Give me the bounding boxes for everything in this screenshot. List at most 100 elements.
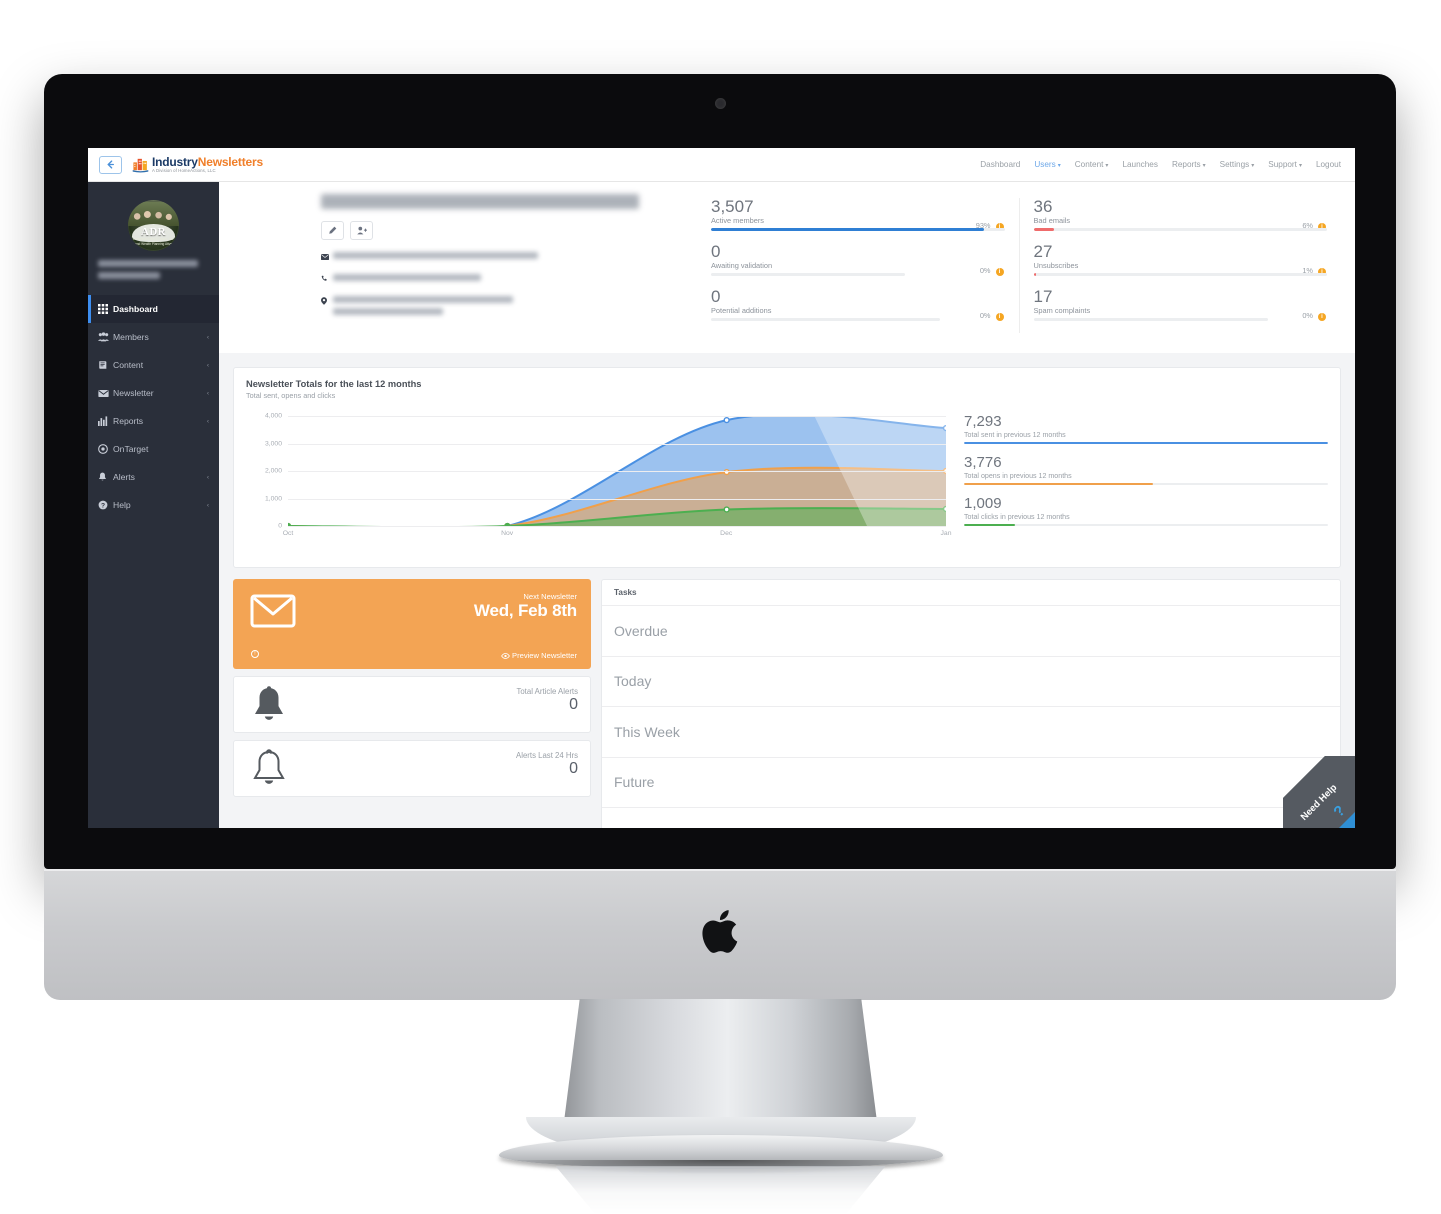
stat-percent: 0% (979, 265, 991, 275)
chevron-left-icon: ‹ (206, 389, 209, 397)
stat-label: Spam complaints (1033, 306, 1091, 316)
stat-bad-emails: 36 Bad emails 6% i (1033, 197, 1327, 231)
newsletter-totals-chart-card: Newsletter Totals for the last 12 months… (233, 367, 1341, 568)
contact-email-value (333, 252, 538, 259)
x-axis-tick: Dec (720, 530, 733, 537)
topnav-content[interactable]: Content ▾ (1075, 160, 1109, 169)
main-content: 3,507 Active members 93% i 0 Awaiting va… (219, 182, 1355, 828)
chart-legend: 7,293 Total sent in previous 12 months 3… (964, 413, 1328, 537)
topnav-reports[interactable]: Reports ▾ (1172, 160, 1206, 169)
gridline: 0 (278, 523, 946, 530)
sidebar-item-content[interactable]: Content ‹ (88, 351, 219, 379)
topnav-launches[interactable]: Launches (1122, 160, 1158, 169)
book-icon (98, 360, 113, 370)
sidebar-item-reports[interactable]: Reports ‹ (88, 407, 219, 435)
sidebar-item-dashboard[interactable]: Dashboard (88, 295, 219, 323)
stat-progress-bar (711, 273, 905, 276)
contact-phone-row (321, 274, 651, 284)
sidebar-item-label: Alerts (113, 472, 135, 482)
x-axis-tick: Nov (501, 530, 514, 537)
stand-reflection (555, 1166, 886, 1214)
legend-label: Total sent in previous 12 months (964, 430, 1066, 439)
add-user-button[interactable] (350, 221, 373, 240)
task-row-this-week[interactable]: This Week (602, 707, 1340, 758)
next-newsletter-card[interactable]: Next Newsletter Wed, Feb 8th Preview New… (233, 579, 591, 669)
envelope-icon (98, 389, 113, 398)
top-navigation: Dashboard Users ▾ Content ▾ Launches Repor… (980, 160, 1341, 169)
alert-card-value: 0 (569, 696, 578, 713)
stats-left-column: 3,507 Active members 93% i 0 Awaiting va… (697, 197, 1020, 333)
chevron-down-icon: ▾ (1251, 163, 1255, 169)
topnav-settings[interactable]: Settings ▾ (1220, 160, 1255, 169)
apple-logo (701, 910, 737, 953)
stat-label: Unsubscribes (1033, 261, 1079, 271)
bell-icon (98, 472, 113, 482)
info-icon[interactable]: i (995, 267, 1004, 276)
svg-text:?: ? (101, 502, 105, 509)
clock-icon[interactable]: ! (251, 650, 259, 658)
topnav-logout[interactable]: Logout (1316, 160, 1341, 169)
stats-panel: 3,507 Active members 93% i 0 Awaiting va… (697, 197, 1341, 333)
grid-icon (98, 304, 113, 314)
sidebar-item-members[interactable]: Members ‹ (88, 323, 219, 351)
stat-progress-bar (1033, 318, 1269, 321)
brand-logo[interactable]: IndustryNewsletters A Division of HomeAc… (132, 156, 263, 173)
sidebar-org-name (98, 260, 209, 279)
stat-progress-bar (711, 318, 940, 321)
back-arrow-icon (107, 160, 114, 169)
info-icon[interactable]: i (995, 312, 1004, 321)
pencil-icon (329, 226, 337, 234)
stat-value: 0 (711, 241, 721, 261)
bar-chart-icon (98, 416, 113, 426)
sidebar-item-newsletter[interactable]: Newsletter ‹ (88, 379, 219, 407)
task-row-overdue[interactable]: Overdue (602, 606, 1340, 657)
chevron-left-icon: ‹ (206, 361, 209, 369)
sidebar-item-label: Help (113, 500, 131, 510)
logo-word-newsletters: Newsletters (197, 154, 263, 169)
question-icon: ? (98, 500, 113, 510)
chevron-down-icon: ▾ (1057, 163, 1061, 169)
stat-value: 17 (1033, 286, 1053, 306)
map-pin-icon (321, 296, 333, 307)
avatar[interactable]: ADR Anderson Dorn & Rader, Ltd. and Wealt… (128, 200, 179, 251)
alert-card-title: Total Article Alerts (516, 687, 578, 696)
profile-actions (321, 221, 651, 240)
topnav-dashboard[interactable]: Dashboard (980, 160, 1020, 169)
total-article-alerts-card[interactable]: Total Article Alerts 0 (233, 676, 591, 733)
chart-point (724, 418, 729, 423)
imac-device: IndustryNewsletters A Division of HomeAc… (0, 0, 1441, 1214)
task-row-future[interactable]: Future (602, 758, 1340, 808)
legend-bar (964, 482, 1328, 486)
avatar-initials: ADR (140, 225, 167, 238)
sidebar-item-ontarget[interactable]: OnTarget (88, 435, 219, 463)
bell-outline-icon (253, 749, 285, 784)
envelope-icon (250, 594, 296, 628)
need-help-badge[interactable]: Need Help ? (1283, 756, 1355, 828)
alerts-last-24hrs-card[interactable]: Alerts Last 24 Hrs 0 (233, 740, 591, 797)
preview-newsletter-link[interactable]: Preview Newsletter (501, 651, 577, 660)
stat-spam-complaints: 17 Spam complaints 0% i (1033, 286, 1328, 321)
chevron-left-icon: ‹ (206, 417, 209, 425)
stat-percent: 0% (979, 310, 991, 320)
topnav-support[interactable]: Support ▾ (1268, 160, 1302, 169)
back-button[interactable] (99, 155, 122, 174)
legend-value: 7,293 (964, 413, 1002, 430)
contact-address-row (321, 296, 651, 315)
webcam-icon (715, 98, 726, 109)
next-newsletter-date: Wed, Feb 8th (473, 601, 577, 620)
tasks-header: Tasks (602, 580, 1340, 606)
edit-profile-button[interactable] (321, 221, 344, 240)
task-row-today[interactable]: Today (602, 657, 1340, 707)
contact-email-row (321, 252, 651, 262)
chevron-down-icon: ▾ (1105, 163, 1109, 169)
info-icon[interactable]: i (1318, 312, 1326, 321)
alert-card-value: 0 (569, 760, 578, 777)
people-icon (98, 332, 113, 342)
gridline: 4,000 (265, 413, 946, 420)
legend-bar (964, 523, 1328, 527)
sidebar-item-alerts[interactable]: Alerts ‹ (88, 463, 219, 491)
topnav-users[interactable]: Users ▾ (1034, 160, 1060, 169)
phone-icon (321, 274, 333, 284)
preview-newsletter-label: Preview Newsletter (512, 651, 577, 660)
sidebar-item-help[interactable]: ? Help ‹ (88, 491, 219, 519)
